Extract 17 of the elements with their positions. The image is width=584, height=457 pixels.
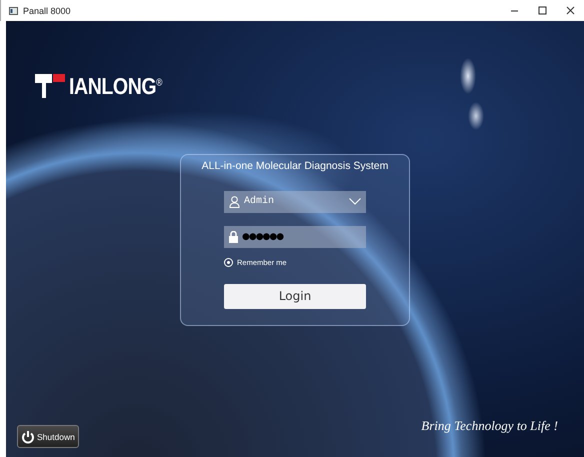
user-icon xyxy=(229,196,240,208)
logo-mark xyxy=(35,74,65,98)
app-icon xyxy=(9,6,18,14)
maximize-icon xyxy=(538,6,546,15)
slogan: Bring Technology to Life ! xyxy=(421,418,558,434)
lock-icon xyxy=(229,230,238,242)
power-icon xyxy=(21,430,35,444)
chevron-down-icon xyxy=(349,198,361,205)
logo-text: IANLONG$^{®}$ xyxy=(69,72,162,100)
remember-radio[interactable] xyxy=(224,258,233,266)
password-field[interactable]: ●●●●●● xyxy=(224,226,366,248)
window-title: Panall 8000 xyxy=(23,6,71,16)
system-title: ALL-in-one Molecular Diagnosis System xyxy=(202,160,388,172)
shutdown-button[interactable]: Shutdown xyxy=(17,425,79,448)
login-button[interactable]: Login xyxy=(224,284,366,308)
close-icon xyxy=(566,6,574,15)
user-dropdown[interactable]: Admin xyxy=(224,190,366,212)
